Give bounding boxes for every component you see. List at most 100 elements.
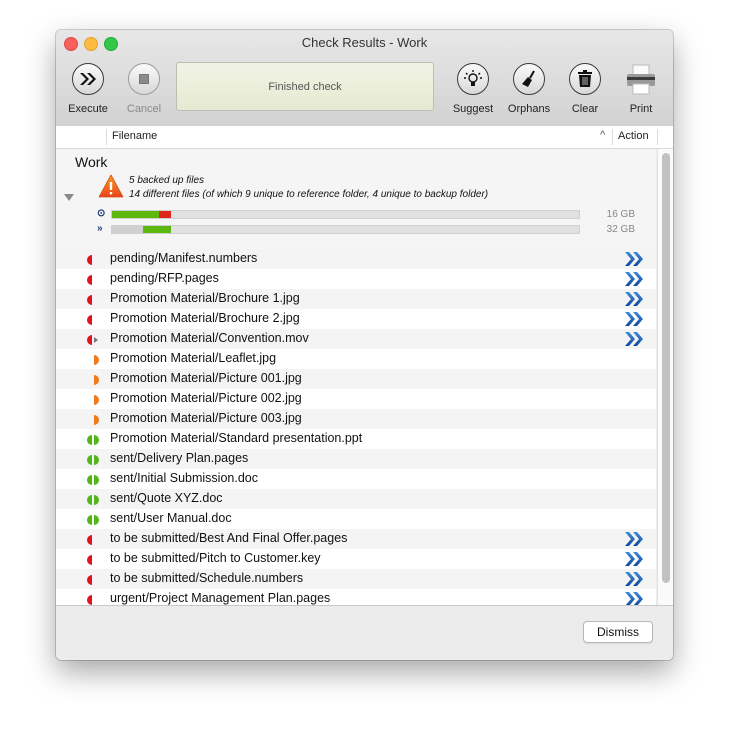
sort-ascending-icon: ^ [600,129,606,141]
reference-size: 16 GB [606,209,635,220]
file-row[interactable]: pending/RFP.pages [56,269,656,289]
file-row[interactable]: Promotion Material/Brochure 1.jpg [56,289,656,309]
copy-action-icon[interactable] [624,551,644,567]
scrollbar-thumb[interactable] [662,153,670,583]
status-red-left-icon [86,593,100,605]
vertical-scrollbar[interactable] [657,149,673,605]
copy-action-icon[interactable] [624,331,644,347]
lightbulb-icon [457,63,489,95]
bar-segment [158,211,171,218]
warning-icon [98,174,124,203]
copy-action-icon[interactable] [624,311,644,327]
copy-action-icon[interactable] [624,251,644,267]
file-row[interactable]: sent/Delivery Plan.pages [56,449,656,469]
clear-label: Clear [571,103,599,115]
backed-up-summary: 5 backed up files [129,175,205,186]
filename: Promotion Material/Brochure 2.jpg [110,311,300,325]
status-red-left-icon [86,253,100,265]
disclosure-triangle-icon[interactable] [64,194,74,201]
file-row[interactable]: Promotion Material/Picture 001.jpg [56,369,656,389]
file-row[interactable]: to be submitted/Pitch to Customer.key [56,549,656,569]
status-orange-right-icon [86,373,100,385]
backup-size: 32 GB [606,224,635,235]
bar-segment [112,211,159,218]
footer-bar: Dismiss [56,605,673,660]
cancel-label: Cancel [126,103,162,115]
backup-icon: » [97,223,103,234]
broom-icon [513,63,545,95]
filename: sent/Delivery Plan.pages [110,451,249,465]
copy-action-icon[interactable] [624,591,644,605]
filename: to be submitted/Schedule.numbers [110,571,304,585]
copy-action-icon[interactable] [624,571,644,587]
copy-action-icon[interactable] [624,291,644,307]
filename: sent/Quote XYZ.doc [110,491,223,505]
copy-action-icon[interactable] [624,271,644,287]
dismiss-button[interactable]: Dismiss [583,621,653,643]
status-red-left-icon [86,273,100,285]
cancel-button[interactable]: Cancel [116,63,172,115]
filename: Promotion Material/Brochure 1.jpg [110,291,300,305]
filename: Promotion Material/Picture 002.jpg [110,391,302,405]
group-summary: Work 5 backed up files 14 different file… [56,149,656,250]
file-row[interactable]: sent/User Manual.doc [56,509,656,529]
execute-label: Execute [68,103,108,115]
filename: Promotion Material/Picture 003.jpg [110,411,302,425]
status-green-both-icon [86,493,100,505]
file-row[interactable]: urgent/Project Management Plan.pages [56,589,656,605]
filename: sent/Initial Submission.doc [110,471,258,485]
filename: Promotion Material/Picture 001.jpg [110,371,302,385]
file-row[interactable]: to be submitted/Best And Final Offer.pag… [56,529,656,549]
results-list: Work 5 backed up files 14 different file… [56,149,656,605]
status-green-both-icon [86,433,100,445]
file-row[interactable]: Promotion Material/Picture 003.jpg [56,409,656,429]
filename: Promotion Material/Standard presentation… [110,431,363,445]
bar-segment [112,226,143,233]
differences-summary: 14 different files (of which 9 unique to… [129,189,489,200]
status-red-left-icon [86,573,100,585]
status-orange-right-icon [86,413,100,425]
file-row[interactable]: sent/Initial Submission.doc [56,469,656,489]
column-header-filename[interactable]: Filename [112,130,157,142]
print-label: Print [629,103,653,115]
file-row[interactable]: pending/Manifest.numbers [56,249,656,269]
status-text: Finished check [268,80,342,93]
clear-button[interactable]: Clear [557,63,613,115]
status-orange-right-icon [86,393,100,405]
status-green-both-icon [86,513,100,525]
file-row[interactable]: Promotion Material/Standard presentation… [56,429,656,449]
status-red-left-icon [86,293,100,305]
filename: Promotion Material/Convention.mov [110,331,309,345]
status-orange-right-icon [86,353,100,365]
titlebar-toolbar: Check Results - Work Execute Cancel Fini… [56,30,673,127]
status-red-left-icon [86,553,100,565]
orphans-button[interactable]: Orphans [501,63,557,115]
execute-button[interactable]: Execute [60,63,116,115]
file-row[interactable]: Promotion Material/Picture 002.jpg [56,389,656,409]
bar-segment [142,226,171,233]
column-header-action[interactable]: Action [618,130,649,142]
file-row[interactable]: Promotion Material/Brochure 2.jpg [56,309,656,329]
suggest-label: Suggest [452,103,494,115]
filename: pending/Manifest.numbers [110,251,258,265]
status-red-left-icon [86,313,100,325]
stop-icon [128,63,160,95]
filename: pending/RFP.pages [110,271,219,285]
backup-usage-bar [111,225,580,234]
column-divider [106,129,107,145]
copy-action-icon[interactable] [624,531,644,547]
reference-icon: ⊙ [97,208,106,219]
fast-forward-icon [72,63,104,95]
filename: Promotion Material/Leaflet.jpg [110,351,277,365]
file-row[interactable]: to be submitted/Schedule.numbers [56,569,656,589]
status-red-left-gray-right-icon [86,333,100,345]
file-row[interactable]: Promotion Material/Convention.mov [56,329,656,349]
print-button[interactable]: Print [613,63,669,115]
file-row[interactable]: sent/Quote XYZ.doc [56,489,656,509]
column-divider [612,129,613,145]
suggest-button[interactable]: Suggest [445,63,501,115]
file-row[interactable]: Promotion Material/Leaflet.jpg [56,349,656,369]
window-title: Check Results - Work [301,35,428,50]
filename: to be submitted/Best And Final Offer.pag… [110,531,348,545]
filename: to be submitted/Pitch to Customer.key [110,551,321,565]
